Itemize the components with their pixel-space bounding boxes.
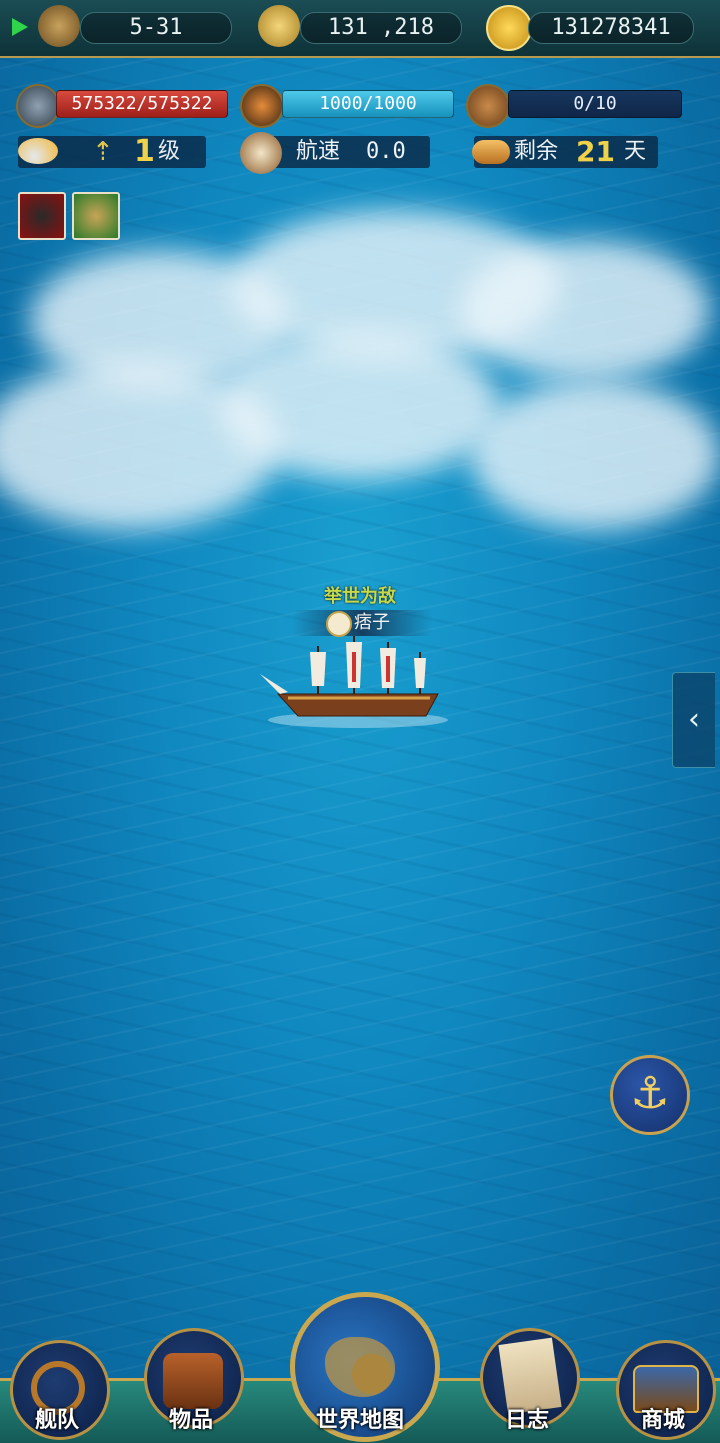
nav-shop-label: 商城 [640, 1408, 685, 1433]
level-value: 1 [134, 134, 155, 169]
backpack-icon [163, 1353, 223, 1409]
speed-panel: 航速 0.0 [240, 132, 430, 174]
anchor-icon: ⚓ [630, 1068, 670, 1119]
cloud [460, 240, 710, 380]
bread-icon [472, 140, 510, 164]
crate-icon [466, 84, 510, 128]
sailor-icon [240, 84, 284, 128]
level-unit: 级 [158, 139, 181, 164]
anchor-button[interactable]: ⚓ [610, 1055, 690, 1135]
coordinates-display: 131 ,218 [300, 12, 462, 44]
side-panel-toggle[interactable]: ‹ [672, 672, 715, 768]
nav-items-label: 物品 [168, 1408, 213, 1433]
speed-value: 0.0 [366, 139, 406, 164]
cloud [470, 380, 720, 530]
player-ship[interactable] [258, 632, 448, 732]
pirate-flag-icon[interactable] [18, 192, 66, 240]
nav-log-label: 日志 [504, 1408, 549, 1433]
play-icon[interactable] [12, 18, 28, 36]
level-panel: ⇡ 1 级 [18, 136, 206, 168]
durability-bar: 575322/575322 [56, 90, 228, 118]
weather-icon [18, 138, 58, 164]
top-bar: 5-31 131 ,218 131278341 [0, 0, 720, 58]
days-unit: 天 [624, 139, 647, 164]
ship-status: 举世为敌 [324, 586, 396, 607]
days-label: 剩余 [514, 139, 559, 164]
gold-coin-icon [486, 5, 532, 51]
compass-buff-icon[interactable] [72, 192, 120, 240]
crew-bar: 1000/1000 [282, 90, 454, 118]
wind-arrow-icon: ⇡ [92, 137, 114, 167]
date-display: 5-31 [80, 12, 232, 44]
globe-icon [325, 1337, 395, 1397]
hammer-icon [16, 84, 60, 128]
days-value: 21 [576, 135, 615, 168]
nav-world-map-label: 世界地图 [315, 1408, 404, 1433]
hourglass-icon [38, 5, 80, 47]
ship-icon [240, 132, 282, 174]
gold-display: 131278341 [528, 12, 694, 44]
nav-fleet-label: 舰队 [34, 1408, 79, 1433]
cargo-bar: 0/10 [508, 90, 682, 118]
compass-icon [258, 5, 300, 47]
days-panel: 剩余 21 天 [472, 135, 658, 168]
cloud [220, 330, 500, 480]
speed-label: 航速 [296, 139, 341, 164]
chevron-left-icon: ‹ [688, 702, 700, 737]
